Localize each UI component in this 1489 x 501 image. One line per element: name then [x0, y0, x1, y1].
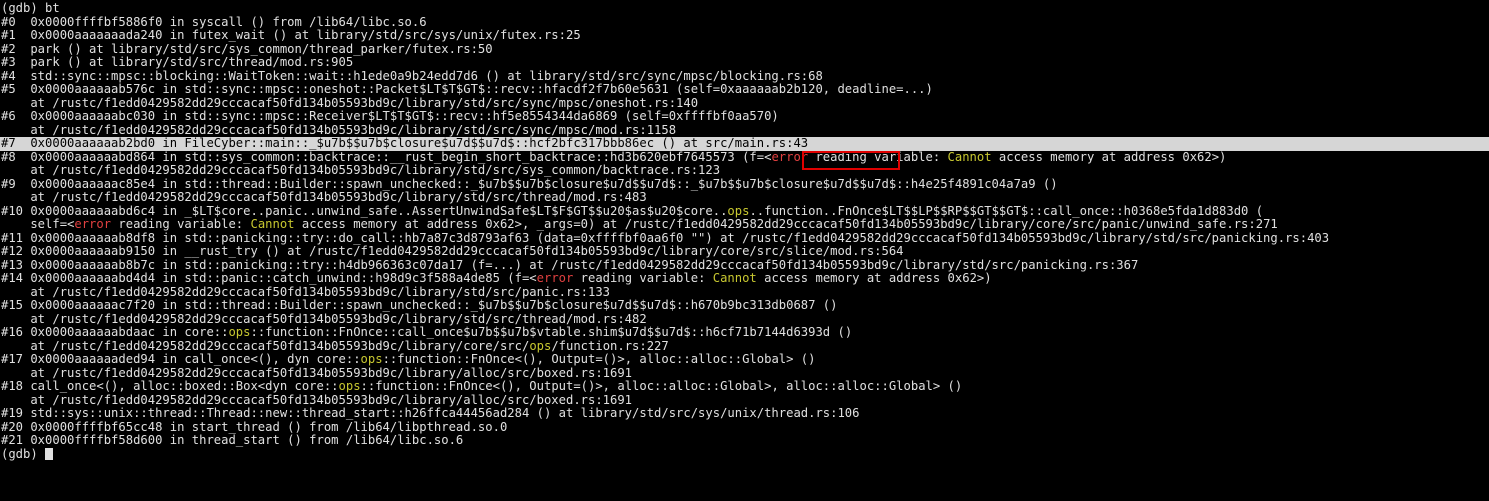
backtrace-frame-line: at /rustc/f1edd0429582dd29cccacaf50fd134… [0, 365, 1489, 381]
terminal-window[interactable]: (gdb) bt #0 0x0000ffffbf5886f0 in syscall… [0, 0, 1489, 501]
backtrace-frame-line: #10 0x0000aaaaaabd6c4 in _$LT$core..pani… [0, 203, 1489, 219]
terminal-text: ::function::FnOnce<(), Output=()>, alloc… [382, 352, 816, 366]
backtrace-frame-line: #5 0x0000aaaaaab576c in std::sync::mpsc:… [0, 82, 1489, 97]
terminal-text: /function.rs:227 [551, 338, 669, 353]
error-keyword: error [536, 271, 574, 285]
highlighted-keyword: ops [228, 325, 251, 339]
backtrace-frame-line: #12 0x0000aaaaaab9150 in __rust_try () a… [0, 244, 1489, 259]
backtrace-frame-line: #4 std::sync::mpsc::blocking::WaitToken:… [0, 68, 1489, 84]
backtrace-frame-line: #18 call_once<(), alloc::boxed::Box<dyn … [0, 379, 1489, 394]
backtrace-frame-line: self=<error reading variable: Cannot acc… [0, 217, 1489, 232]
terminal-text: #9 0x0000aaaaaac85e4 in std::thread::Bui… [1, 176, 1058, 191]
terminal-text: at /rustc/f1edd0429582dd29cccacaf50fd134… [1, 338, 530, 353]
backtrace-frame-line: at /rustc/f1edd0429582dd29cccacaf50fd134… [0, 95, 1489, 111]
backtrace-frame-line: at /rustc/f1edd0429582dd29cccacaf50fd134… [0, 122, 1489, 138]
backtrace-frame-line: #16 0x0000aaaaaabdaac in core::ops::func… [0, 325, 1489, 340]
terminal-text: at /rustc/f1edd0429582dd29cccacaf50fd134… [1, 190, 647, 204]
backtrace-frame-line: at /rustc/f1edd0429582dd29cccacaf50fd134… [0, 163, 1489, 178]
terminal-text: (gdb) [1, 446, 46, 461]
gdb-prompt-line: (gdb) [0, 446, 1489, 462]
terminal-text: #12 0x0000aaaaaab9150 in __rust_try () a… [1, 244, 904, 258]
error-keyword: error [771, 149, 809, 164]
terminal-text: at /rustc/f1edd0429582dd29cccacaf50fd134… [1, 284, 611, 299]
terminal-text: reading variable: [808, 149, 948, 164]
terminal-text: at /rustc/f1edd0429582dd29cccacaf50fd134… [1, 122, 677, 137]
terminal-text: #10 0x0000aaaaaabd6c4 in _$LT$core..pani… [1, 203, 728, 218]
highlighted-keyword: ops [338, 379, 361, 393]
backtrace-frame-line: #14 0x0000aaaaaabd4d4 in std::panic::cat… [0, 271, 1489, 286]
terminal-text: access memory at address 0x62>) [991, 149, 1227, 164]
terminal-text: at /rustc/f1edd0429582dd29cccacaf50fd134… [1, 163, 721, 177]
terminal-cursor[interactable] [45, 447, 54, 460]
backtrace-frame-line: #9 0x0000aaaaaac85e4 in std::thread::Bui… [0, 176, 1489, 192]
terminal-text: #2 park () at library/std/src/sys_common… [1, 41, 493, 56]
highlighted-keyword: Cannot [947, 149, 992, 164]
terminal-text: #6 0x0000aaaaaabc030 in std::sync::mpsc:… [1, 109, 779, 123]
terminal-text: #21 0x0000ffffbf58d600 in thread_start (… [1, 433, 464, 447]
terminal-text: at /rustc/f1edd0429582dd29cccacaf50fd134… [1, 392, 633, 407]
backtrace-frame-line: at /rustc/f1edd0429582dd29cccacaf50fd134… [0, 338, 1489, 354]
terminal-text: #0 0x0000ffffbf5886f0 in syscall () from… [1, 14, 427, 29]
terminal-text: #18 call_once<(), alloc::boxed::Box<dyn … [1, 379, 339, 393]
backtrace-frame-line: #20 0x0000ffffbf65cc48 in start_thread (… [0, 419, 1489, 435]
terminal-text: reading variable: [573, 271, 713, 285]
backtrace-frame-line: #1 0x0000aaaaaaada240 in futex_wait () a… [0, 28, 1489, 43]
backtrace-frame-line: #8 0x0000aaaaaabd864 in std::sys_common:… [0, 149, 1489, 165]
backtrace-frame-line: #11 0x0000aaaaaab8df8 in std::panicking:… [0, 230, 1489, 246]
error-keyword: error [74, 217, 112, 231]
terminal-text: at /rustc/f1edd0429582dd29cccacaf50fd134… [1, 95, 699, 110]
terminal-text: #4 std::sync::mpsc::blocking::WaitToken:… [1, 68, 823, 83]
highlighted-keyword: ops [529, 338, 552, 353]
gdb-command-line: (gdb) bt [0, 1, 1489, 16]
terminal-text: #14 0x0000aaaaaabd4d4 in std::panic::cat… [1, 271, 537, 285]
terminal-text: ::function::FnOnce::call_once$u7b$$u7b$v… [250, 325, 853, 339]
terminal-text: #8 0x0000aaaaaabd864 in std::sys_common:… [1, 149, 772, 164]
backtrace-frame-line: #13 0x0000aaaaaab8b7c in std::panicking:… [0, 257, 1489, 273]
backtrace-frame-line: at /rustc/f1edd0429582dd29cccacaf50fd134… [0, 311, 1489, 327]
highlighted-keyword: ops [727, 203, 750, 218]
terminal-text: at /rustc/f1edd0429582dd29cccacaf50fd134… [1, 365, 633, 380]
terminal-text: (gdb) bt [1, 1, 60, 15]
terminal-text: ..function..FnOnce$LT$$LP$$RP$$GT$$GT$::… [749, 203, 1264, 218]
terminal-text: #1 0x0000aaaaaaada240 in futex_wait () a… [1, 28, 581, 42]
terminal-text: #15 0x0000aaaaaac7f20 in std::thread::Bu… [1, 298, 838, 312]
terminal-text: self=< [1, 217, 75, 231]
backtrace-frame-line: #15 0x0000aaaaaac7f20 in std::thread::Bu… [0, 298, 1489, 313]
terminal-text: #5 0x0000aaaaaab576c in std::sync::mpsc:… [1, 82, 933, 96]
backtrace-frame-line: #7 0x0000aaaaaab2bd0 in FileCyber::main:… [0, 136, 1489, 151]
backtrace-frame-line: #6 0x0000aaaaaabc030 in std::sync::mpsc:… [0, 109, 1489, 124]
backtrace-frame-line: at /rustc/f1edd0429582dd29cccacaf50fd134… [0, 392, 1489, 408]
highlighted-keyword: Cannot [712, 271, 757, 285]
terminal-text: #11 0x0000aaaaaab8df8 in std::panicking:… [1, 230, 1330, 245]
terminal-text: #19 std::sys::unix::thread::Thread::new:… [1, 406, 860, 420]
highlighted-keyword: ops [360, 352, 383, 366]
terminal-text: #3 park () at library/std/src/thread/mod… [1, 55, 354, 69]
backtrace-frame-line: #21 0x0000ffffbf58d600 in thread_start (… [0, 433, 1489, 448]
backtrace-frame-line: #19 std::sys::unix::thread::Thread::new:… [0, 406, 1489, 421]
terminal-text: reading variable: [111, 217, 251, 231]
terminal-text: #16 0x0000aaaaaabdaac in core:: [1, 325, 229, 339]
terminal-text: #7 0x0000aaaaaab2bd0 in FileCyber::main:… [1, 136, 809, 150]
backtrace-frame-line: #3 park () at library/std/src/thread/mod… [0, 55, 1489, 70]
terminal-text: #13 0x0000aaaaaab8b7c in std::panicking:… [1, 257, 1139, 272]
terminal-text: ::function::FnOnce<(), Output=()>, alloc… [360, 379, 963, 393]
terminal-text: at /rustc/f1edd0429582dd29cccacaf50fd134… [1, 311, 647, 326]
backtrace-frame-line: #17 0x0000aaaaaaded94 in call_once<(), d… [0, 352, 1489, 367]
backtrace-frame-line: #2 park () at library/std/src/sys_common… [0, 41, 1489, 57]
terminal-text: #17 0x0000aaaaaaded94 in call_once<(), d… [1, 352, 361, 366]
terminal-text: access memory at address 0x62>, _args=0)… [294, 217, 1278, 231]
terminal-text: access memory at address 0x62>) [756, 271, 992, 285]
terminal-text: #20 0x0000ffffbf65cc48 in start_thread (… [1, 419, 508, 434]
backtrace-frame-line: at /rustc/f1edd0429582dd29cccacaf50fd134… [0, 284, 1489, 300]
backtrace-frame-line: at /rustc/f1edd0429582dd29cccacaf50fd134… [0, 190, 1489, 205]
backtrace-frame-line: #0 0x0000ffffbf5886f0 in syscall () from… [0, 14, 1489, 30]
highlighted-keyword: Cannot [250, 217, 295, 231]
